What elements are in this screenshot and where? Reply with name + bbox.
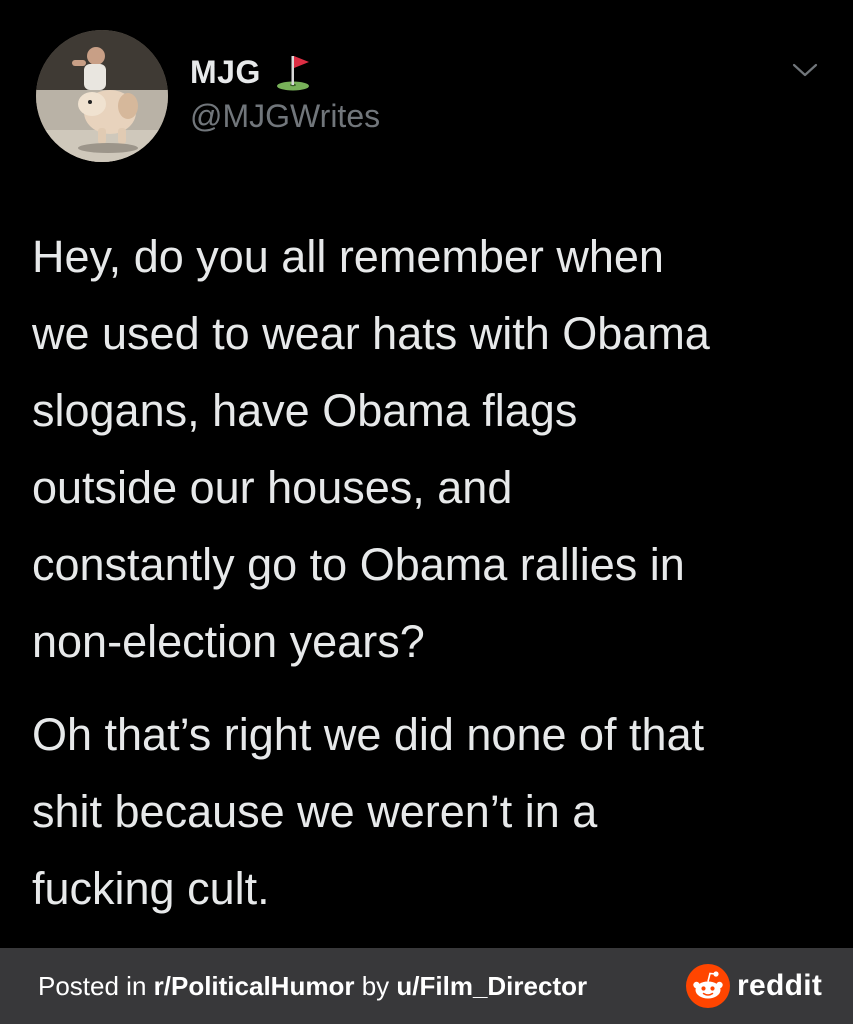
reddit-snoo-icon [686,964,730,1008]
avatar[interactable] [36,30,168,162]
tweet-line: shit because we weren’t in a [32,786,598,837]
posted-in-label: Posted in [38,971,154,1001]
subreddit-link[interactable]: r/PoliticalHumor [154,971,355,1001]
tweet-paragraph-1: Hey, do you all remember when we used to… [32,218,822,680]
display-name[interactable]: MJG [190,54,261,91]
avatar-photo-icon [36,30,168,162]
tweet-line: slogans, have Obama flags [32,385,578,436]
by-label: by [354,971,397,1001]
tweet-line: non-election years? [32,616,425,667]
tweet-card: MJG @MJGWrites Hey, do you all remember … [0,0,853,948]
tweet-text: Hey, do you all remember when we used to… [32,218,822,927]
username-link[interactable]: u/Film_Director [396,971,587,1001]
tweet-line: outside our houses, and [32,462,513,513]
reddit-attribution-footer: Posted in r/PoliticalHumor by u/Film_Dir… [0,948,853,1024]
tweet-line: Oh that’s right we did none of that [32,709,705,760]
display-name-row[interactable]: MJG [190,52,313,92]
tweet-line: we used to wear hats with Obama [32,308,710,359]
reddit-brand[interactable]: reddit [686,963,822,1009]
chevron-down-icon[interactable] [788,58,822,82]
tweet-paragraph-2: Oh that’s right we did none of that shit… [32,696,822,927]
attribution-text: Posted in r/PoliticalHumor by u/Film_Dir… [38,948,587,1024]
golf-flag-icon [273,52,313,92]
tweet-line: constantly go to Obama rallies in [32,539,685,590]
tweet-line: fucking cult. [32,863,270,914]
reddit-wordmark: reddit [737,969,823,1002]
user-handle[interactable]: @MJGWrites [190,98,380,135]
tweet-line: Hey, do you all remember when [32,231,664,282]
